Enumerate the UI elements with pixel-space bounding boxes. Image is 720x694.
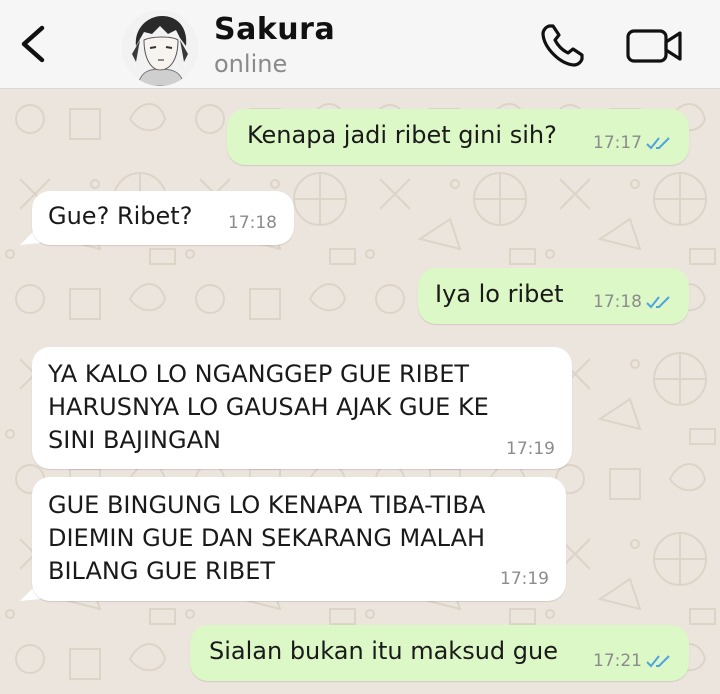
video-call-button[interactable]: [624, 22, 686, 70]
message-time: 17:21: [593, 651, 642, 671]
contact-name[interactable]: Sakura: [214, 12, 335, 47]
chat-header: Sakura online: [0, 0, 720, 89]
message-bubble-outgoing[interactable]: Sialan bukan itu maksud gue 17:21: [190, 625, 689, 681]
chevron-left-icon: [21, 25, 45, 63]
message-bubble-outgoing[interactable]: Iya lo ribet 17:18: [418, 268, 689, 324]
message-time: 17:19: [506, 439, 555, 459]
double-check-read-icon: [646, 137, 670, 150]
chat-area[interactable]: Kenapa jadi ribet gini sih? 17:17 Gue? R…: [0, 89, 720, 694]
message-meta: 17:18: [593, 292, 672, 312]
message-time: 17:18: [593, 292, 642, 312]
message-text: YA KALO LO NGANGGEP GUE RIBET HARUSNYA L…: [48, 360, 489, 454]
message-bubble-incoming[interactable]: GUE BINGUNG LO KENAPA TIBA-TIBA DIEMIN G…: [32, 477, 566, 601]
message-text: Gue? Ribet?: [48, 202, 193, 230]
message-text: Kenapa jadi ribet gini sih?: [247, 121, 557, 149]
message-bubble-incoming[interactable]: YA KALO LO NGANGGEP GUE RIBET HARUSNYA L…: [32, 347, 572, 469]
message-time: 17:19: [500, 569, 549, 589]
phone-icon: [541, 24, 584, 67]
message-time: 17:18: [228, 213, 277, 233]
message-text: Sialan bukan itu maksud gue: [209, 637, 558, 665]
message-text: Iya lo ribet: [435, 280, 564, 308]
video-camera-icon: [626, 29, 682, 63]
double-check-read-icon: [646, 655, 670, 668]
double-check-read-icon: [646, 296, 670, 309]
voice-call-button[interactable]: [536, 18, 590, 72]
message-time: 17:17: [593, 133, 642, 153]
message-bubble-outgoing[interactable]: Kenapa jadi ribet gini sih? 17:17: [227, 109, 689, 165]
message-text: GUE BINGUNG LO KENAPA TIBA-TIBA DIEMIN G…: [48, 491, 486, 585]
message-bubble-incoming[interactable]: Gue? Ribet? 17:18: [32, 191, 294, 245]
message-meta: 17:21: [593, 651, 672, 671]
back-button[interactable]: [12, 20, 52, 68]
avatar[interactable]: [122, 10, 198, 86]
contact-status: online: [214, 50, 288, 78]
message-meta: 17:17: [593, 133, 672, 153]
